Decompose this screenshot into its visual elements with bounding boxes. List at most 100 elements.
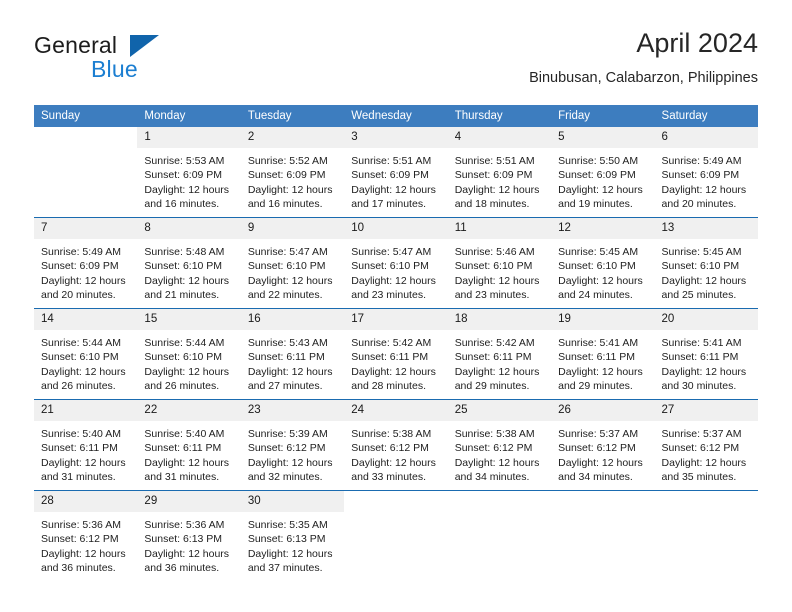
calendar-day-cell[interactable]: 15 Sunrise: 5:44 AM Sunset: 6:10 PM Dayligh…	[137, 308, 241, 400]
day-daylight-line: and 34 minutes.	[558, 471, 633, 484]
day-sunset-line: Sunset: 6:10 PM	[558, 260, 636, 273]
day-details: Sunrise: 5:45 AM Sunset: 6:10 PM Daylight:…	[655, 239, 758, 303]
day-sunset-line: Sunset: 6:10 PM	[351, 260, 429, 273]
day-sunrise-line: Sunrise: 5:43 AM	[247, 337, 328, 349]
calendar-day-cell[interactable]: 1 Sunrise: 5:53 AM Sunset: 6:09 PM Daylight…	[137, 127, 241, 218]
day-number: 9	[240, 218, 345, 239]
day-number: 16	[240, 309, 345, 330]
calendar-day-cell[interactable]: 5 Sunrise: 5:50 AM Sunset: 6:09 PM Daylight…	[551, 127, 655, 218]
weekday-header-sunday: Sunday	[34, 105, 138, 127]
day-sunrise-line: Sunrise: 5:36 AM	[41, 519, 121, 531]
day-cell-inner	[447, 491, 552, 581]
calendar-day-cell[interactable]: 19 Sunrise: 5:41 AM Sunset: 6:11 PM Dayligh…	[551, 308, 655, 400]
calendar-day-cell[interactable]: 13 Sunrise: 5:45 AM Sunset: 6:10 PM Dayligh…	[654, 217, 758, 309]
calendar-day-cell[interactable]: 29 Sunrise: 5:36 AM Sunset: 6:13 PM Dayligh…	[137, 490, 241, 581]
calendar-day-cell[interactable]: 22 Sunrise: 5:40 AM Sunset: 6:11 PM Dayligh…	[137, 399, 241, 491]
day-sunset-line: Sunset: 6:09 PM	[558, 169, 636, 182]
day-details: Sunrise: 5:38 AM Sunset: 6:12 PM Daylight:…	[344, 421, 447, 485]
day-cell-inner	[344, 491, 448, 581]
day-sunset-line: Sunset: 6:09 PM	[247, 169, 326, 182]
day-cell-inner: 8 Sunrise: 5:48 AM Sunset: 6:10 PM Daylight…	[137, 218, 241, 308]
calendar-week-row: 7 Sunrise: 5:49 AM Sunset: 6:09 PM Daylight…	[34, 217, 758, 309]
day-cell-inner: 14 Sunrise: 5:44 AM Sunset: 6:10 PM Dayligh…	[34, 309, 138, 399]
day-cell-inner: 30 Sunrise: 5:35 AM Sunset: 6:13 PM Dayligh…	[240, 491, 345, 581]
day-number: 12	[551, 218, 655, 239]
day-daylight-line: and 19 minutes.	[558, 198, 633, 211]
day-daylight-line: Daylight: 12 hours	[144, 547, 230, 560]
day-daylight-line: and 20 minutes.	[41, 289, 116, 302]
day-details: Sunrise: 5:36 AM Sunset: 6:12 PM Daylight:…	[34, 512, 137, 576]
day-cell-inner: 21 Sunrise: 5:40 AM Sunset: 6:11 PM Dayligh…	[34, 400, 138, 490]
day-number: 30	[240, 491, 345, 512]
calendar-week-row: 28 Sunrise: 5:36 AM Sunset: 6:12 PM Dayligh…	[34, 490, 758, 581]
day-cell-inner: 23 Sunrise: 5:39 AM Sunset: 6:12 PM Dayligh…	[240, 400, 345, 490]
day-number	[34, 127, 138, 148]
day-daylight-line: Daylight: 12 hours	[558, 274, 643, 287]
day-daylight-line: Daylight: 12 hours	[661, 274, 747, 287]
calendar-day-cell[interactable]: 12 Sunrise: 5:45 AM Sunset: 6:10 PM Dayligh…	[551, 217, 655, 309]
day-daylight-line: Daylight: 12 hours	[247, 547, 333, 560]
day-daylight-line: and 24 minutes.	[558, 289, 633, 302]
day-daylight-line: Daylight: 12 hours	[247, 183, 333, 196]
day-number: 29	[137, 491, 241, 512]
page-title: April 2024	[636, 28, 758, 58]
calendar-day-cell[interactable]: 27 Sunrise: 5:37 AM Sunset: 6:12 PM Dayligh…	[654, 399, 758, 491]
weekday-header-saturday: Saturday	[654, 105, 758, 127]
day-daylight-line: Daylight: 12 hours	[247, 274, 333, 287]
calendar-day-cell[interactable]: 17 Sunrise: 5:42 AM Sunset: 6:11 PM Dayligh…	[344, 308, 448, 400]
calendar-day-cell[interactable]: 14 Sunrise: 5:44 AM Sunset: 6:10 PM Dayligh…	[34, 308, 138, 400]
calendar-day-cell[interactable]: 7 Sunrise: 5:49 AM Sunset: 6:09 PM Daylight…	[34, 217, 138, 309]
day-daylight-line: Daylight: 12 hours	[351, 183, 436, 196]
calendar-day-cell[interactable]: 6 Sunrise: 5:49 AM Sunset: 6:09 PM Daylight…	[654, 127, 758, 218]
calendar-empty-cell	[344, 490, 448, 581]
day-daylight-line: and 26 minutes.	[41, 380, 116, 393]
day-number: 17	[344, 309, 448, 330]
day-details: Sunrise: 5:40 AM Sunset: 6:11 PM Daylight:…	[34, 421, 137, 485]
day-sunset-line: Sunset: 6:12 PM	[661, 442, 740, 455]
calendar-day-cell[interactable]: 21 Sunrise: 5:40 AM Sunset: 6:11 PM Dayligh…	[34, 399, 138, 491]
logo-text-general: General	[34, 32, 118, 58]
day-cell-inner: 4 Sunrise: 5:51 AM Sunset: 6:09 PM Daylight…	[447, 127, 552, 217]
day-daylight-line: and 37 minutes.	[247, 562, 323, 575]
day-details: Sunrise: 5:48 AM Sunset: 6:10 PM Daylight:…	[137, 239, 240, 303]
calendar-day-cell[interactable]: 30 Sunrise: 5:35 AM Sunset: 6:13 PM Dayligh…	[240, 490, 345, 581]
day-daylight-line: and 22 minutes.	[247, 289, 323, 302]
day-daylight-line: Daylight: 12 hours	[454, 274, 540, 287]
day-sunrise-line: Sunrise: 5:35 AM	[247, 519, 328, 531]
logo-text-blue: Blue	[91, 56, 138, 82]
calendar-day-cell[interactable]: 2 Sunrise: 5:52 AM Sunset: 6:09 PM Daylight…	[240, 127, 345, 218]
calendar-day-cell[interactable]: 4 Sunrise: 5:51 AM Sunset: 6:09 PM Daylight…	[447, 127, 552, 218]
calendar-day-cell[interactable]: 20 Sunrise: 5:41 AM Sunset: 6:11 PM Dayligh…	[654, 308, 758, 400]
calendar-day-cell[interactable]: 26 Sunrise: 5:37 AM Sunset: 6:12 PM Dayligh…	[551, 399, 655, 491]
calendar-week-row: 14 Sunrise: 5:44 AM Sunset: 6:10 PM Dayligh…	[34, 308, 758, 400]
calendar-day-cell[interactable]: 3 Sunrise: 5:51 AM Sunset: 6:09 PM Daylight…	[344, 127, 448, 218]
day-details: Sunrise: 5:50 AM Sunset: 6:09 PM Daylight:…	[551, 148, 654, 212]
calendar-empty-cell	[551, 490, 655, 581]
day-number: 26	[551, 400, 655, 421]
calendar-day-cell[interactable]: 11 Sunrise: 5:46 AM Sunset: 6:10 PM Dayligh…	[447, 217, 552, 309]
day-number	[344, 491, 448, 512]
day-sunrise-line: Sunrise: 5:38 AM	[351, 428, 432, 440]
day-daylight-line: and 29 minutes.	[454, 380, 530, 393]
calendar-day-cell[interactable]: 9 Sunrise: 5:47 AM Sunset: 6:10 PM Daylight…	[240, 217, 345, 309]
day-cell-inner	[551, 491, 655, 581]
calendar-day-cell[interactable]: 18 Sunrise: 5:42 AM Sunset: 6:11 PM Dayligh…	[447, 308, 552, 400]
day-sunset-line: Sunset: 6:10 PM	[41, 351, 119, 364]
day-number	[654, 491, 758, 512]
day-daylight-line: Daylight: 12 hours	[558, 456, 643, 469]
day-sunrise-line: Sunrise: 5:52 AM	[247, 155, 328, 167]
day-daylight-line: Daylight: 12 hours	[41, 547, 126, 560]
calendar-day-cell[interactable]: 28 Sunrise: 5:36 AM Sunset: 6:12 PM Dayligh…	[34, 490, 138, 581]
calendar-day-cell[interactable]: 8 Sunrise: 5:48 AM Sunset: 6:10 PM Daylight…	[137, 217, 241, 309]
day-sunset-line: Sunset: 6:11 PM	[558, 351, 635, 364]
calendar-day-cell[interactable]: 16 Sunrise: 5:43 AM Sunset: 6:11 PM Dayligh…	[240, 308, 345, 400]
calendar-day-cell[interactable]: 25 Sunrise: 5:38 AM Sunset: 6:12 PM Dayligh…	[447, 399, 552, 491]
day-sunset-line: Sunset: 6:11 PM	[144, 442, 222, 455]
calendar-day-cell[interactable]: 23 Sunrise: 5:39 AM Sunset: 6:12 PM Dayligh…	[240, 399, 345, 491]
day-daylight-line: Daylight: 12 hours	[144, 456, 230, 469]
calendar-day-cell[interactable]: 10 Sunrise: 5:47 AM Sunset: 6:10 PM Dayligh…	[344, 217, 448, 309]
day-daylight-line: Daylight: 12 hours	[247, 456, 333, 469]
calendar-day-cell[interactable]: 24 Sunrise: 5:38 AM Sunset: 6:12 PM Dayligh…	[344, 399, 448, 491]
day-sunrise-line: Sunrise: 5:41 AM	[661, 337, 742, 349]
day-details: Sunrise: 5:40 AM Sunset: 6:11 PM Daylight:…	[137, 421, 240, 485]
